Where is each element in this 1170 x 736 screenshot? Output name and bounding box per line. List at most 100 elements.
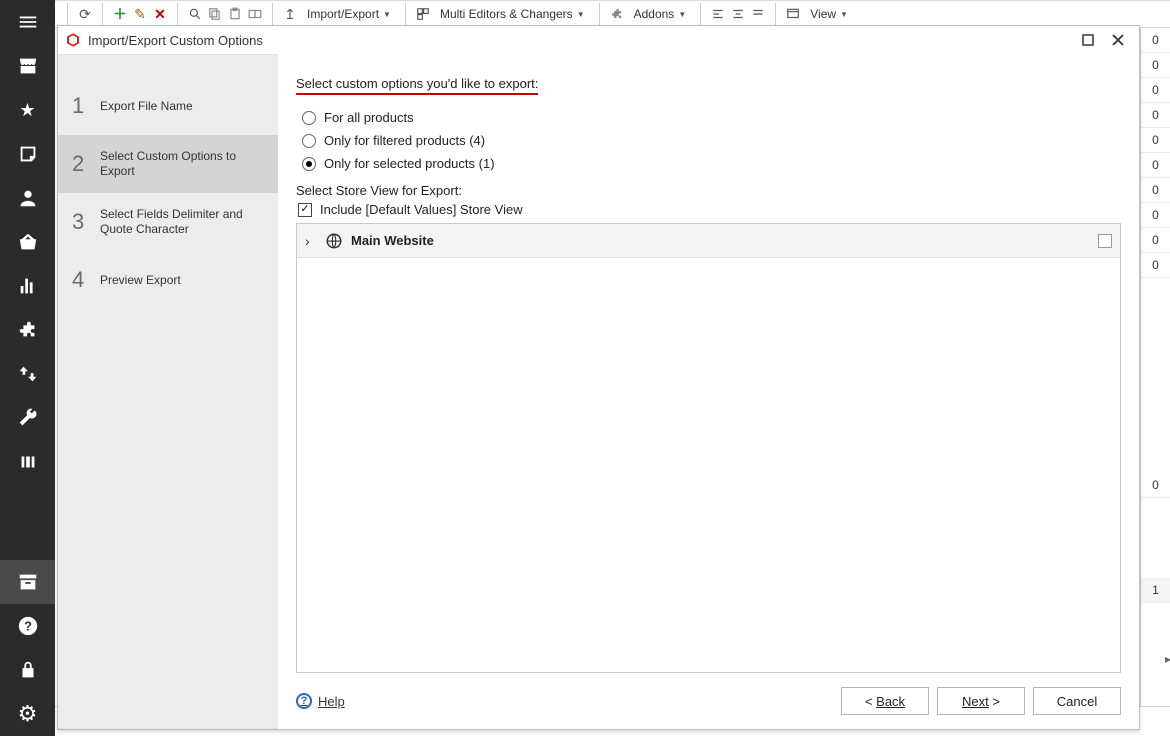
globe-icon	[325, 232, 343, 250]
include-default-checkbox[interactable]: Include [Default Values] Store View	[298, 202, 1121, 217]
wizard-buttons: < Back Next > Cancel	[841, 687, 1121, 715]
up-arrow-icon[interactable]: ↥	[281, 5, 299, 23]
menu-toggle[interactable]	[0, 0, 55, 44]
multi-icon[interactable]	[414, 5, 432, 23]
store-icon	[17, 55, 39, 77]
close-button[interactable]	[1103, 30, 1133, 50]
edit-icon[interactable]: ✎	[131, 5, 149, 23]
addons-menu[interactable]: Addons▼	[628, 7, 693, 21]
step-4[interactable]: 4 Preview Export	[58, 251, 278, 309]
copy-icon[interactable]	[206, 5, 224, 23]
store-view-heading: Select Store View for Export:	[296, 183, 1121, 198]
sidebar-plugins[interactable]	[0, 308, 55, 352]
checkbox-label: Include [Default Values] Store View	[320, 202, 523, 217]
dup-icon[interactable]	[246, 5, 264, 23]
radio-filtered-products[interactable]: Only for filtered products (4)	[302, 133, 1121, 148]
sidebar-inbox[interactable]	[0, 132, 55, 176]
sidebar-tools[interactable]	[0, 396, 55, 440]
import-export-dialog: Import/Export Custom Options 1 Export Fi…	[57, 25, 1140, 730]
import-export-label: Import/Export	[307, 7, 379, 21]
align3-icon[interactable]	[749, 5, 767, 23]
background-grid-column: 0 0 0 0 0 0 0 0 0 0 0 1 ▸	[1140, 28, 1170, 706]
step-number: 3	[72, 209, 100, 235]
addons-icon[interactable]	[608, 5, 626, 23]
maximize-icon	[1082, 34, 1094, 46]
grid-cell: 0	[1141, 28, 1170, 53]
view-menu[interactable]: View▼	[804, 7, 854, 21]
sidebar-clipboard[interactable]	[0, 440, 55, 484]
scroll-right-icon[interactable]: ▸	[1165, 652, 1170, 666]
grid-cell: 0	[1141, 53, 1170, 78]
step-label: Select Custom Options to Export	[100, 149, 268, 179]
tree-root-row[interactable]: › Main Website	[297, 224, 1120, 258]
sidebar-basket[interactable]	[0, 220, 55, 264]
view-label: View	[810, 7, 836, 21]
sidebar-lock[interactable]	[0, 648, 55, 692]
help-icon: ?	[296, 693, 312, 709]
lock-icon	[17, 659, 39, 681]
dialog-title: Import/Export Custom Options	[88, 33, 263, 48]
chevron-right-icon: ›	[305, 233, 317, 249]
hamburger-icon	[17, 11, 39, 33]
paste-icon[interactable]	[226, 5, 244, 23]
back-label: Back	[876, 694, 905, 709]
help-label: Help	[318, 694, 345, 709]
sidebar-sync[interactable]	[0, 352, 55, 396]
radio-icon	[302, 134, 316, 148]
sidebar-store[interactable]	[0, 44, 55, 88]
grid-cell: 0	[1141, 228, 1170, 253]
step-number: 2	[72, 151, 100, 177]
gear-icon: ⚙	[18, 701, 38, 727]
store-tree: › Main Website	[296, 223, 1121, 673]
main-area: ⟳ ＋ ✎ ✕ ↥ Import/Export▼ Multi Editors &…	[55, 0, 1170, 736]
basket-icon	[17, 231, 39, 253]
help-icon: ?	[17, 615, 39, 637]
multi-editors-menu[interactable]: Multi Editors & Changers▼	[434, 7, 591, 21]
step-1[interactable]: 1 Export File Name	[58, 77, 278, 135]
app-sidebar: ★ ? ⚙	[0, 0, 55, 736]
grid-cell: 0	[1141, 203, 1170, 228]
sidebar-help[interactable]: ?	[0, 604, 55, 648]
grid-cell: 0	[1141, 78, 1170, 103]
dialog-body: 1 Export File Name 2 Select Custom Optio…	[58, 54, 1139, 729]
import-export-menu[interactable]: Import/Export▼	[301, 7, 397, 21]
radio-icon	[302, 157, 316, 171]
wizard-steps: 1 Export File Name 2 Select Custom Optio…	[58, 54, 278, 729]
add-icon[interactable]: ＋	[111, 5, 129, 23]
maximize-button[interactable]	[1073, 30, 1103, 50]
view-icon[interactable]	[784, 5, 802, 23]
addons-label: Addons	[634, 7, 675, 21]
sidebar-customers[interactable]	[0, 176, 55, 220]
next-button[interactable]: Next >	[937, 687, 1025, 715]
multi-editors-label: Multi Editors & Changers	[440, 7, 573, 21]
sidebar-favorites[interactable]: ★	[0, 88, 55, 132]
tree-node-checkbox[interactable]	[1098, 234, 1112, 248]
person-icon	[17, 187, 39, 209]
tree-node-label: Main Website	[351, 233, 1090, 248]
align2-icon[interactable]	[729, 5, 747, 23]
step-2[interactable]: 2 Select Custom Options to Export	[58, 135, 278, 193]
align1-icon[interactable]	[709, 5, 727, 23]
svg-text:?: ?	[24, 619, 32, 634]
sidebar-archive[interactable]	[0, 560, 55, 604]
step-label: Export File Name	[100, 99, 193, 114]
dialog-titlebar: Import/Export Custom Options	[58, 26, 1139, 54]
step-number: 1	[72, 93, 100, 119]
refresh-icon[interactable]: ⟳	[76, 5, 94, 23]
close-icon	[1112, 34, 1124, 46]
section-title: Select custom options you'd like to expo…	[296, 76, 538, 95]
radio-selected-products[interactable]: Only for selected products (1)	[302, 156, 1121, 171]
cancel-button[interactable]: Cancel	[1033, 687, 1121, 715]
app-logo-icon	[64, 31, 82, 49]
archive-icon	[17, 571, 39, 593]
sidebar-settings[interactable]: ⚙	[0, 692, 55, 736]
help-link[interactable]: ? Help	[296, 693, 345, 709]
step-3[interactable]: 3 Select Fields Delimiter and Quote Char…	[58, 193, 278, 251]
grid-cell: 0	[1141, 178, 1170, 203]
sync-icon	[17, 363, 39, 385]
search-icon[interactable]	[186, 5, 204, 23]
delete-icon[interactable]: ✕	[151, 5, 169, 23]
back-button[interactable]: < Back	[841, 687, 929, 715]
radio-all-products[interactable]: For all products	[302, 110, 1121, 125]
sidebar-reports[interactable]	[0, 264, 55, 308]
